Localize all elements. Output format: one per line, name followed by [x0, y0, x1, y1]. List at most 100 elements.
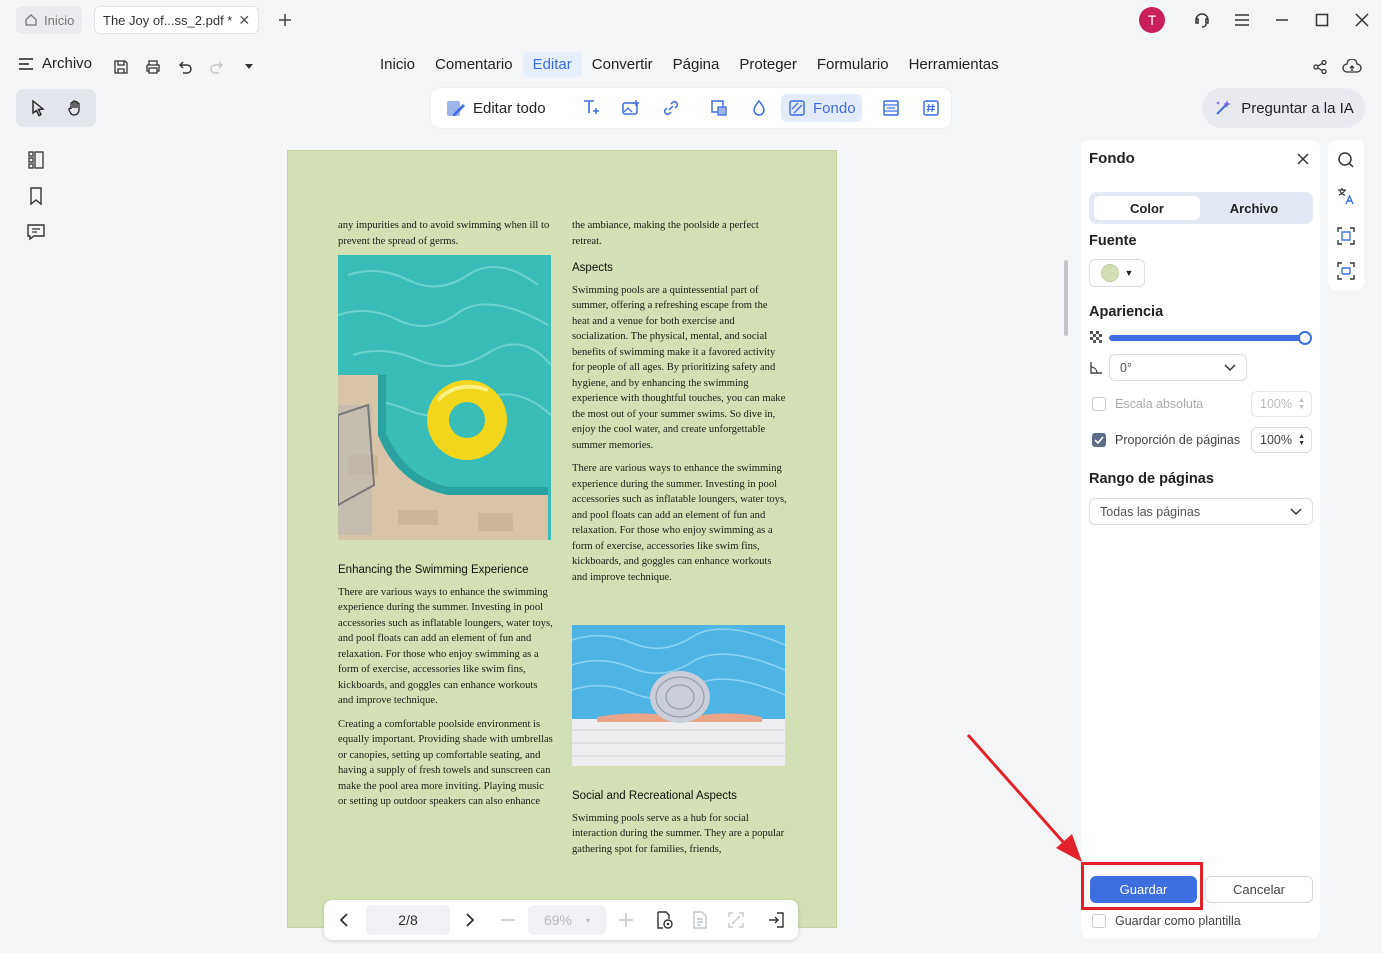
page-range-select[interactable]: Todas las páginas — [1089, 498, 1313, 525]
fullscreen-icon[interactable] — [724, 908, 748, 932]
zoom-caret-icon: ▾ — [586, 915, 591, 925]
main-menu: Inicio Comentario Editar Convertir Págin… — [370, 52, 1009, 77]
opacity-slider-handle[interactable] — [1298, 331, 1312, 345]
menu-pagina[interactable]: Página — [663, 52, 730, 77]
close-panel-icon[interactable] — [1294, 150, 1312, 168]
save-template-checkbox[interactable] — [1092, 914, 1106, 928]
menu-icon[interactable] — [1230, 8, 1254, 32]
page-ratio-checkbox[interactable] — [1092, 433, 1106, 447]
page-range-label: Rango de páginas — [1089, 471, 1214, 487]
zoom-out-icon[interactable] — [496, 908, 520, 932]
select-cursor-icon[interactable] — [24, 94, 52, 122]
menu-herramientas[interactable]: Herramientas — [899, 52, 1009, 77]
dropdown-icon[interactable] — [238, 56, 260, 78]
opacity-slider-track[interactable] — [1109, 335, 1305, 341]
background-button[interactable]: Fondo — [781, 94, 862, 122]
menu-formulario[interactable]: Formulario — [807, 52, 899, 77]
archivo-label: Archivo — [42, 55, 93, 72]
left-paragraph-1: There are various ways to enhance the sw… — [338, 586, 553, 707]
home-tab-label: Inicio — [44, 12, 75, 28]
prev-page-icon[interactable] — [332, 908, 356, 932]
thumbnails-icon[interactable] — [24, 148, 48, 172]
menu-inicio[interactable]: Inicio — [370, 52, 425, 77]
page-ratio-input[interactable]: 100% ▲ ▼ — [1251, 427, 1312, 453]
color-picker[interactable]: ▼ — [1089, 259, 1145, 287]
right-intro-text: the ambiance, making the poolside a perf… — [572, 220, 759, 247]
source-label: Fuente — [1089, 233, 1137, 249]
header-footer-icon[interactable] — [875, 94, 907, 122]
support-icon[interactable] — [1190, 8, 1214, 32]
scrollbar[interactable] — [1064, 260, 1068, 336]
pointer-tools — [16, 89, 96, 127]
rotation-value: 0° — [1120, 360, 1132, 375]
bookmark-icon[interactable] — [24, 184, 48, 208]
cloud-icon[interactable] — [1341, 56, 1363, 78]
absolute-scale-input[interactable]: 100% ▲ ▼ — [1251, 391, 1312, 417]
add-link-icon[interactable] — [655, 94, 687, 122]
screenshot-icon[interactable] — [1335, 260, 1357, 282]
document-tab[interactable]: The Joy of...ss_2.pdf * ✕ — [94, 6, 260, 34]
stepper-icon: ▲ ▼ — [1298, 397, 1305, 411]
zoom-select[interactable]: 69% ▾ — [528, 905, 606, 935]
menu-editar[interactable]: Editar — [522, 52, 582, 77]
watermark-icon[interactable] — [743, 94, 775, 122]
print-icon[interactable] — [142, 56, 164, 78]
home-tab[interactable]: Inicio — [16, 6, 83, 34]
menu-convertir[interactable]: Convertir — [582, 52, 663, 77]
bates-number-icon[interactable] — [915, 94, 947, 122]
ask-ai-button[interactable]: Preguntar a la IA — [1202, 88, 1365, 128]
rotation-select[interactable]: 0° — [1109, 354, 1247, 381]
source-type-toggle: Color Archivo — [1089, 192, 1313, 224]
add-text-icon[interactable] — [575, 94, 607, 122]
right-column-lower: Social and Recreational Aspects Swimming… — [572, 777, 787, 865]
right-column: the ambiance, making the poolside a perf… — [572, 218, 787, 593]
menu-proteger[interactable]: Proteger — [729, 52, 807, 77]
pool-float-image — [338, 255, 551, 540]
redo-icon[interactable] — [206, 56, 228, 78]
save-icon[interactable] — [110, 56, 132, 78]
tab-color[interactable]: Color — [1094, 196, 1200, 220]
add-image-icon[interactable] — [615, 94, 647, 122]
new-tab-icon[interactable] — [273, 8, 297, 32]
document-tab-label: The Joy of...ss_2.pdf * — [103, 12, 233, 28]
minimize-icon[interactable] — [1270, 8, 1294, 32]
search-icon[interactable] — [1335, 149, 1357, 171]
page-navigation: 2/8 69% ▾ — [324, 900, 798, 940]
maximize-icon[interactable] — [1310, 8, 1334, 32]
opacity-icon — [1090, 331, 1103, 344]
cancel-button[interactable]: Cancelar — [1205, 876, 1313, 903]
undo-icon[interactable] — [174, 56, 196, 78]
close-window-icon[interactable] — [1350, 8, 1374, 32]
ai-sparkle-icon — [1213, 98, 1233, 118]
crop-icon[interactable] — [703, 94, 735, 122]
avatar[interactable]: T — [1139, 7, 1165, 33]
tab-archivo[interactable]: Archivo — [1201, 196, 1307, 220]
close-tab-icon[interactable]: ✕ — [238, 12, 250, 29]
ocr-icon[interactable] — [1335, 225, 1357, 247]
left-intro-text: any impurities and to avoid swimming whe… — [338, 220, 550, 247]
collapse-nav-icon[interactable] — [764, 908, 788, 932]
fit-page-icon[interactable] — [688, 908, 712, 932]
red-arrow-annotation — [960, 730, 1090, 865]
translate-icon[interactable] — [1335, 185, 1357, 207]
right-paragraph-3: Swimming pools serve as a hub for social… — [572, 812, 785, 855]
absolute-scale-checkbox[interactable] — [1092, 397, 1106, 411]
zoom-in-icon[interactable] — [614, 908, 638, 932]
save-highlight-box — [1081, 862, 1203, 910]
menu-comentario[interactable]: Comentario — [425, 52, 523, 77]
archivo-menu[interactable]: Archivo — [18, 55, 92, 72]
share-icon[interactable] — [1309, 56, 1331, 78]
right-heading-2: Social and Recreational Aspects — [572, 790, 737, 802]
page-ratio-label: Proporción de páginas — [1115, 433, 1241, 447]
edit-toolbar: Editar todo Fondo — [431, 88, 951, 128]
ask-ai-label: Preguntar a la IA — [1241, 99, 1354, 117]
next-page-icon[interactable] — [458, 908, 482, 932]
hamburger-icon — [18, 57, 34, 71]
view-mode-icon[interactable] — [652, 908, 676, 932]
appearance-label: Apariencia — [1089, 304, 1164, 320]
hand-tool-icon[interactable] — [61, 94, 89, 122]
page-number-input[interactable]: 2/8 — [366, 905, 450, 935]
edit-all-button[interactable]: Editar todo — [439, 94, 552, 122]
comments-icon[interactable] — [24, 220, 48, 244]
page-ratio-value: 100% — [1260, 433, 1292, 447]
